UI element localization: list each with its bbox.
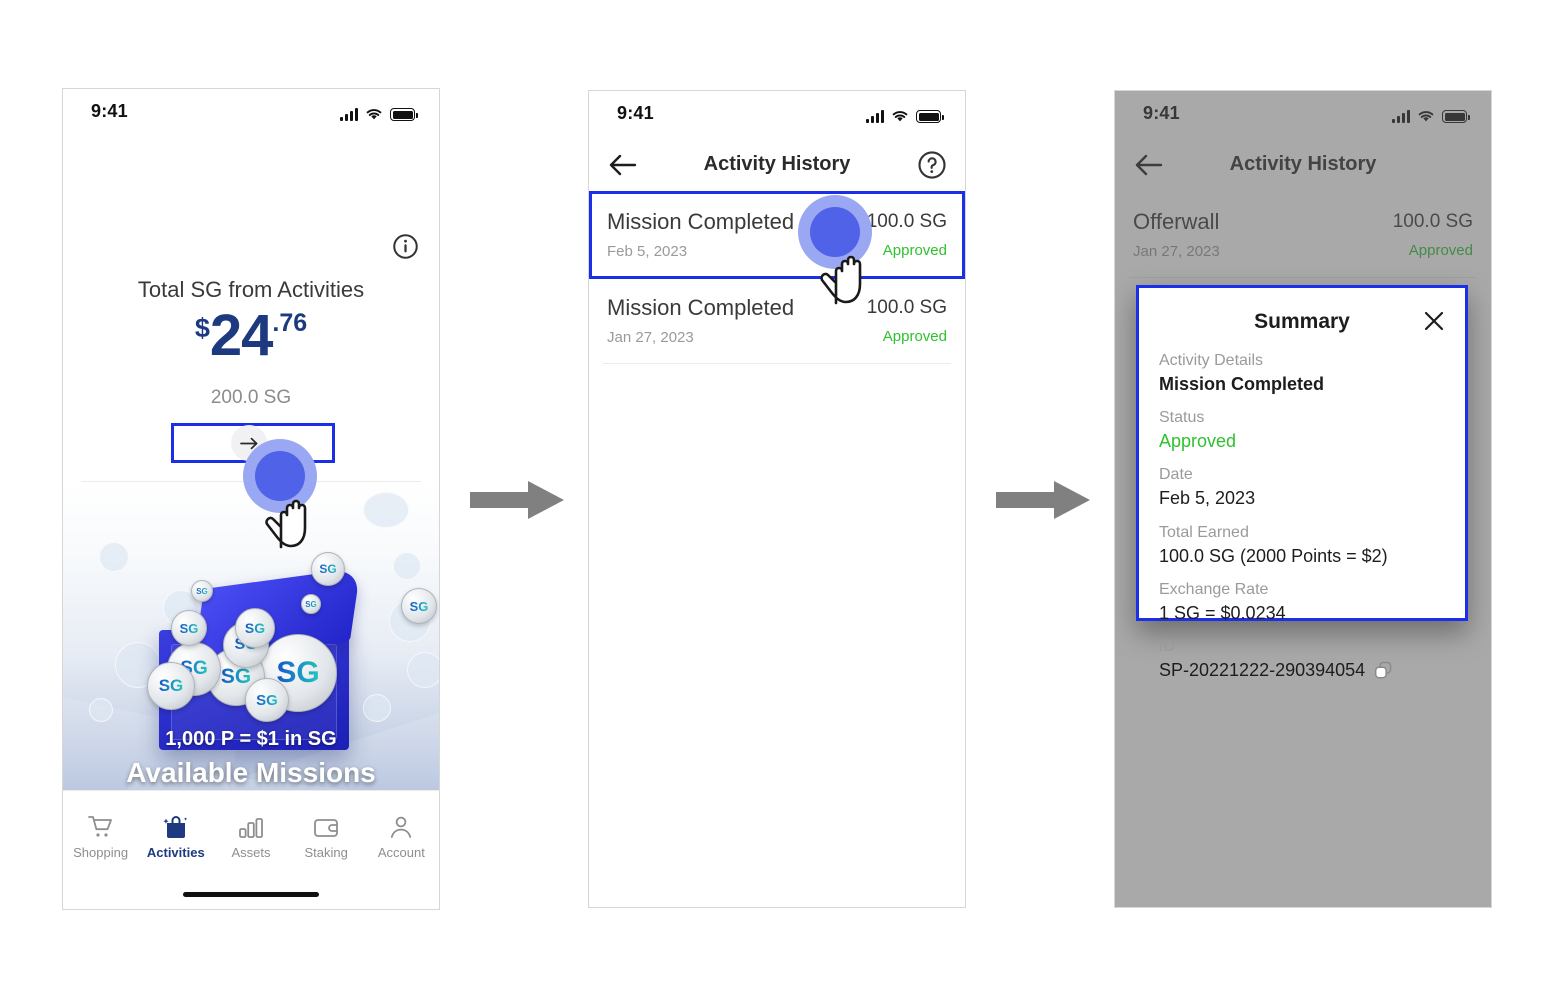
summary-modal: Summary Activity Details Mission Complet… [1136,285,1468,680]
field-key: Exchange Rate [1159,580,1269,598]
close-x-icon[interactable] [1423,310,1445,332]
info-icon[interactable] [392,233,419,260]
row-date: Jan 27, 2023 [607,329,694,346]
nav-label: Assets [231,845,271,860]
row-name: Mission Completed [607,295,795,320]
price-integer: 24 [209,303,274,368]
nav-label: Activities [146,845,205,860]
sg-amount: 200.0 SG [210,387,292,408]
phone-screen-home: 9:41 Total SG from Activities $24.76 200… [62,88,440,910]
status-time: 9:41 [91,101,128,121]
status-bar: 9:41 [63,89,439,135]
coin-icon: SG [301,594,321,614]
wallet-icon [314,819,339,837]
coin-icon: SG [147,662,195,710]
field-value: SP-20221222-290394054 [1159,660,1366,681]
wifi-icon [366,109,382,120]
row-date: Feb 5, 2023 [607,243,688,260]
nav-item-activities[interactable]: Activities [141,813,211,860]
field-key: Total Earned [1159,523,1249,541]
exchange-rate-text: 1,000 P = $1 in SG [165,728,337,750]
status-time: 9:41 [617,103,654,123]
field-value: Approved [1159,431,1237,452]
modal-title: Summary [1254,310,1350,333]
currency-symbol: $ [194,313,210,343]
page-title: Activity History [703,153,851,175]
total-value: $24.76 [63,307,439,375]
signal-bars-icon [340,107,358,121]
field-exchange-rate: Exchange Rate 1 SG = $0.0234 [1159,579,1445,625]
nav-item-staking[interactable]: Staking [291,813,361,860]
nav-label: Account [377,845,425,860]
battery-icon [916,110,944,123]
divider [603,363,951,364]
status-badge: Approved [882,242,947,259]
row-name: Mission Completed [607,209,795,234]
help-circle-icon[interactable] [917,150,947,180]
hand-cursor-icon [265,499,307,549]
nav-item-account[interactable]: Account [366,813,436,860]
table-row[interactable]: Mission Completed Feb 5, 2023 100.0 SG A… [589,195,965,275]
table-row[interactable]: Mission Completed Jan 27, 2023 100.0 SG … [589,281,965,361]
coin-icon: SG [171,610,207,646]
field-status: Status Approved [1159,407,1445,453]
nav-label: Staking [304,845,348,860]
battery-icon [390,108,418,121]
coin-icon: SG [235,608,275,648]
wifi-icon [892,111,908,122]
field-key: Status [1159,409,1205,427]
price-decimal: .76 [272,309,308,337]
bar-chart-icon [239,818,263,838]
bottom-nav: Shopping Activities Assets Staking Accou… [63,790,439,909]
nav-item-shopping[interactable]: Shopping [66,813,136,860]
nav-label: Shopping [73,845,129,860]
banner-heading: Available Missions [126,757,376,788]
coin-icon: SG [191,580,213,602]
field-key: Date [1159,466,1193,484]
field-key: Activity Details [1159,352,1264,369]
field-id: ID SP-20221222-290394054 [1159,636,1445,682]
field-date: Date Feb 5, 2023 [1159,464,1445,510]
signal-bars-icon [866,109,884,123]
field-key: ID [1159,637,1175,655]
person-icon [391,816,412,838]
activities-bag-icon [163,816,188,838]
field-value: Feb 5, 2023 [1159,488,1256,509]
hand-cursor-icon [820,255,862,305]
field-activity-details: Activity Details Mission Completed [1159,350,1445,396]
app-header: Activity History [589,137,965,195]
copy-icon[interactable] [1374,661,1393,680]
status-bar: 9:41 [589,91,965,137]
field-value: 1 SG = $0.0234 [1159,602,1286,623]
flow-arrow-1-icon [470,481,564,519]
coin-icon: SG [401,588,437,624]
nav-item-assets[interactable]: Assets [216,813,286,860]
field-value: 100.0 SG (2000 Points = $2) [1159,545,1388,566]
page-title: Total SG from Activities [137,277,365,302]
flow-arrow-2-icon [996,481,1090,519]
phone-screen-summary: 9:41 Activity History Offerwall Jan 27, … [1114,90,1492,908]
flow-diagram: 9:41 Total SG from Activities $24.76 200… [0,0,1547,1000]
home-indicator [183,892,319,897]
phone-screen-activity-history: 9:41 Activity History Mission Completed [588,90,966,908]
coin-icon: SG [245,678,289,722]
field-value: Mission Completed [1159,374,1325,395]
field-total-earned: Total Earned 100.0 SG (2000 Points = $2) [1159,522,1445,568]
shopping-cart-icon [87,816,112,837]
status-badge: Approved [882,328,947,345]
